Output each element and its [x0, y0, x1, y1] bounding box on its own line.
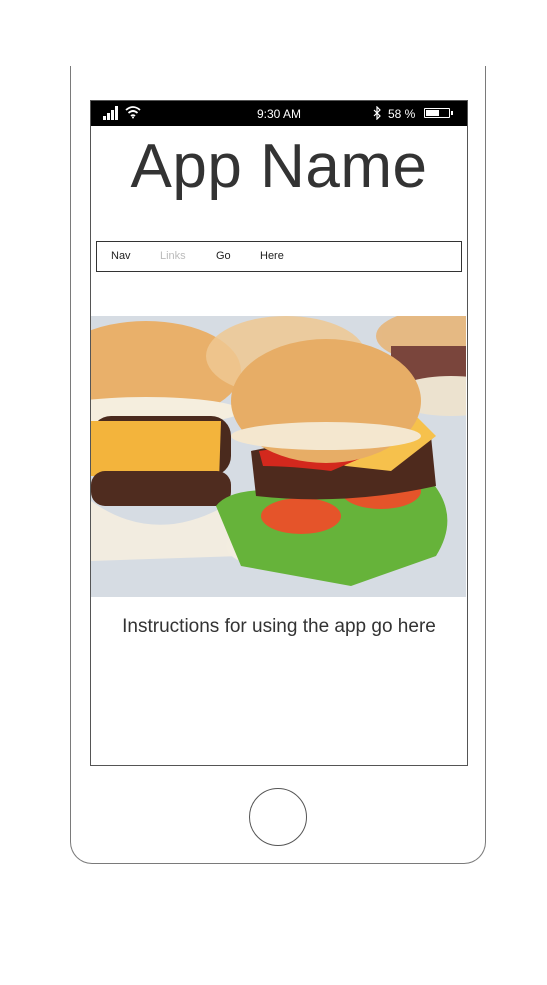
- hero-image: [91, 316, 466, 597]
- instructions-text: Instructions for using the app go here: [122, 616, 436, 637]
- nav-link-nav[interactable]: Nav: [111, 250, 131, 262]
- battery-icon: [424, 108, 453, 118]
- battery-nub: [451, 111, 453, 115]
- nav-link-go[interactable]: Go: [216, 250, 231, 262]
- status-bar: 9:30 AM 58 %: [91, 101, 467, 126]
- bluetooth-icon: [373, 106, 381, 120]
- home-button[interactable]: [249, 788, 307, 846]
- nav-bar: Nav Links Go Here: [96, 241, 462, 272]
- battery-fill: [426, 110, 439, 116]
- app-title: App Name: [130, 132, 428, 201]
- battery-percent: 58 %: [388, 107, 416, 121]
- nav-link-here[interactable]: Here: [260, 250, 284, 262]
- phone-screen: 9:30 AM 58 % App Name Nav Links Go Here: [90, 100, 468, 766]
- nav-link-links: Links: [160, 250, 186, 262]
- phone-top-mask: [60, 0, 500, 66]
